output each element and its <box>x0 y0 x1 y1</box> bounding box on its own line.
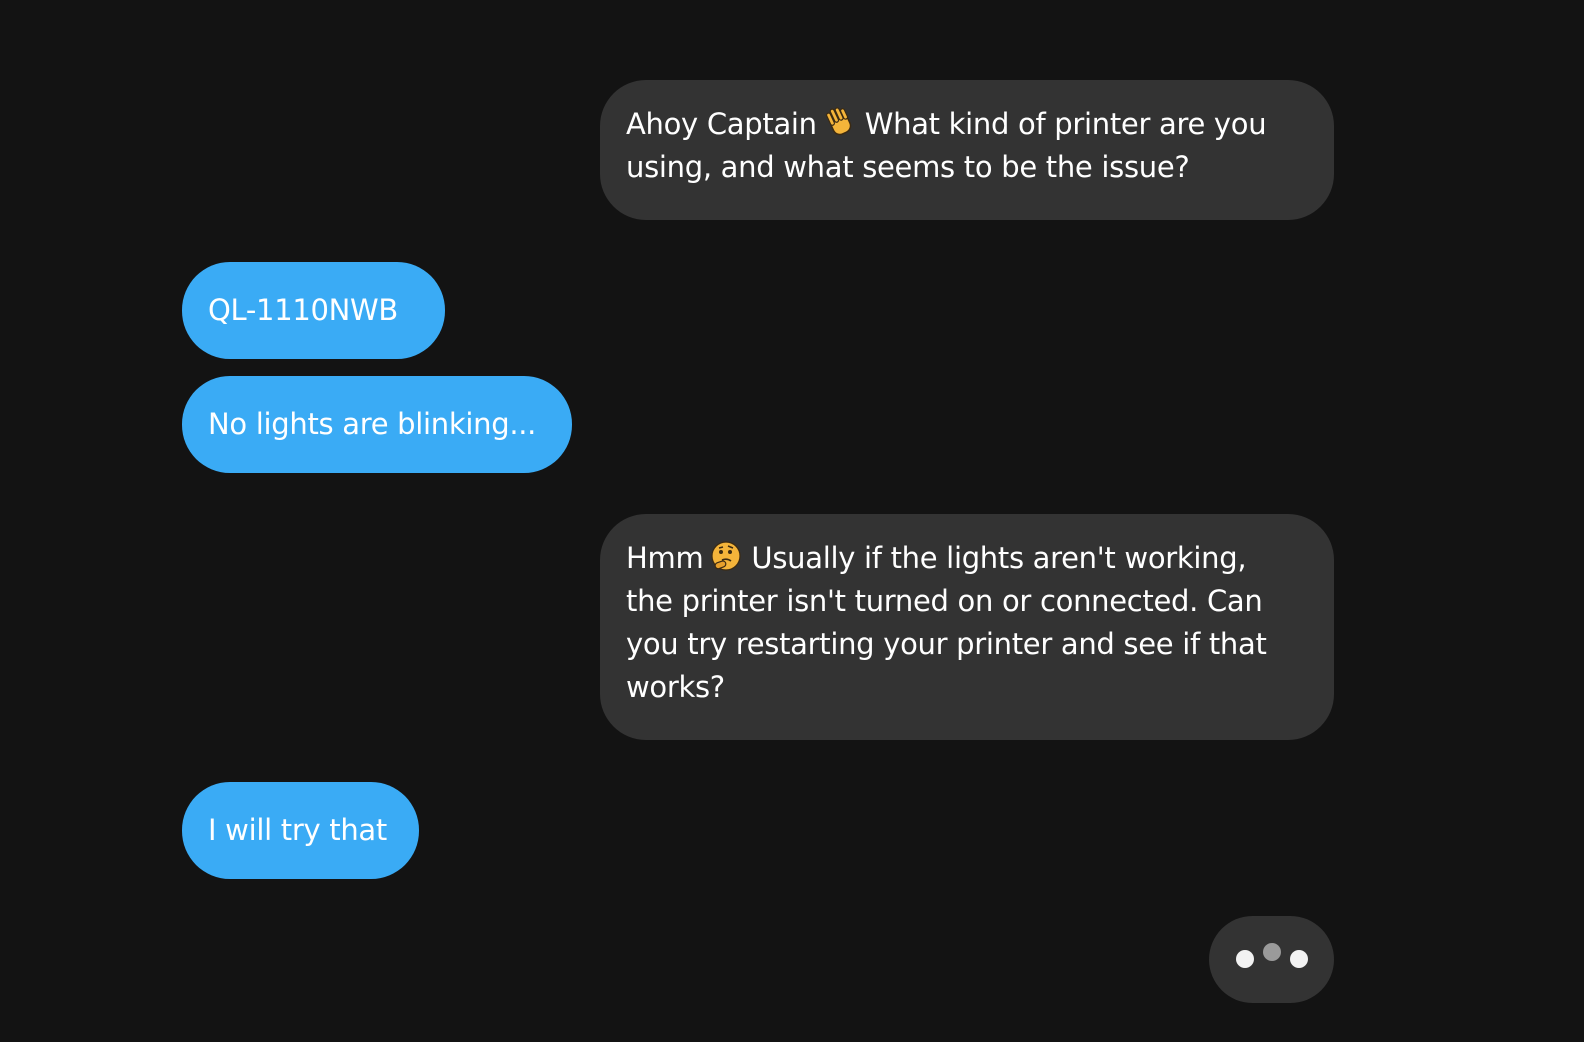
typing-dot <box>1290 950 1308 968</box>
waving-hand-icon <box>823 106 857 140</box>
thinking-face-icon <box>709 540 743 574</box>
typing-dot <box>1236 950 1254 968</box>
message-line: Ahoy Captain What kind of printer are yo… <box>626 103 1308 146</box>
message-text: Hmm <box>626 541 704 575</box>
user-message-bubble: QL-1110NWB <box>182 262 445 359</box>
message-text: No lights are blinking... <box>208 407 537 441</box>
message-text: I will try that <box>208 813 387 847</box>
message-text: Usually if the lights aren't working, <box>751 541 1247 575</box>
message-text: QL-1110NWB <box>208 293 399 327</box>
typing-indicator <box>1209 916 1334 1003</box>
message-text: What kind of printer are you <box>864 107 1267 141</box>
message-line: the printer isn't turned on or connected… <box>626 584 1263 618</box>
message-line: works? <box>626 670 725 704</box>
user-message-bubble: No lights are blinking... <box>182 376 572 473</box>
bot-message-bubble: Ahoy Captain What kind of printer are yo… <box>600 80 1334 220</box>
message-line: using, and what seems to be the issue? <box>626 150 1190 184</box>
chat-thread: Ahoy Captain What kind of printer are yo… <box>0 0 1584 1042</box>
typing-dot <box>1263 943 1281 961</box>
message-text: Ahoy Captain <box>626 107 817 141</box>
bot-message-bubble: Hmm Usually if the lights aren't working… <box>600 514 1334 740</box>
message-line: you try restarting your printer and see … <box>626 627 1267 661</box>
user-message-bubble: I will try that <box>182 782 419 879</box>
message-line: Hmm Usually if the lights aren't working… <box>626 537 1308 580</box>
